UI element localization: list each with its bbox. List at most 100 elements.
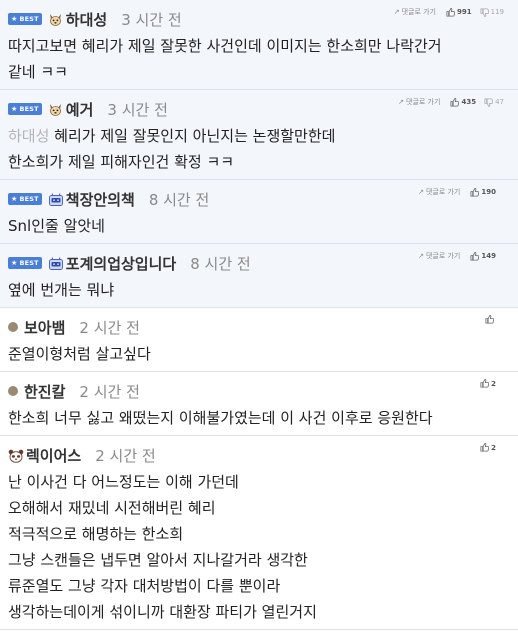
comment-line: 옆에 번개는 뭐냐 [8, 281, 115, 299]
avatar [8, 322, 18, 332]
comment-line: 적극적으로 해명하는 한소희 [8, 525, 184, 543]
upvote-button[interactable] [485, 315, 496, 324]
upvote-button[interactable]: 149 [470, 251, 496, 261]
comment-meta: ↗ 댓글로 가기 190 [418, 187, 504, 197]
author-nickname[interactable]: 책장안의책 [66, 189, 135, 210]
quoted-author[interactable]: 하대성 [8, 127, 54, 145]
author-nickname[interactable]: 예거 [66, 99, 94, 120]
star-icon: ★ [11, 259, 18, 267]
author-nickname[interactable]: 하대성 [66, 9, 107, 30]
best-badge: ★ BEST [8, 13, 42, 25]
comment-time: 2 시간 전 [79, 318, 140, 337]
downvote-count: 119 [490, 8, 504, 16]
comment-meta: ↗ 댓글로 가기 149 [418, 251, 504, 261]
comment-body: 옆에 번개는 뭐냐 [8, 274, 510, 307]
upvote-count: 2 [491, 379, 496, 388]
avatar [8, 386, 18, 396]
best-label: BEST [19, 105, 39, 113]
go-to-reply-link[interactable]: ↗ 댓글로 가기 [398, 97, 440, 107]
best-badge: ★ BEST [8, 257, 42, 269]
comment-time: 2 시간 전 [95, 446, 156, 465]
best-label: BEST [19, 259, 39, 267]
comment-line: 오해해서 재밌네 시전해버린 혜리 [8, 499, 216, 517]
author-nickname[interactable]: 보아뱀 [24, 317, 65, 338]
thumbs-down-icon [480, 7, 489, 17]
upvote-count: 190 [481, 188, 496, 196]
upvote-button[interactable]: 190 [470, 187, 496, 197]
comment-time: 8 시간 전 [190, 254, 251, 273]
robot-icon [48, 256, 63, 270]
comment-line: 한소희가 제일 피해자인건 확정 ㅋㅋ [8, 153, 235, 171]
upvote-count: 991 [457, 8, 472, 16]
downvote-button[interactable]: 119 [480, 7, 504, 17]
star-icon: ★ [11, 105, 18, 113]
upvote-button[interactable]: 991 [446, 7, 472, 17]
go-to-reply-link[interactable]: ↗ 댓글로 가기 [394, 7, 436, 17]
best-label: BEST [19, 195, 39, 203]
upvote-button[interactable]: 2 [480, 443, 496, 452]
thumbs-up-icon [446, 7, 455, 17]
comment-item: 한진칼 2 시간 전 2 한소희 너무 싫고 왜떴는지 이해불가였는데 이 사건… [0, 372, 518, 436]
comment-line: 류준열도 그냥 각자 대처방법이 다를 뿐이라 [8, 577, 281, 595]
comment-header: 보아뱀 2 시간 전 [8, 316, 510, 338]
star-icon: ★ [11, 15, 18, 23]
upvote-count: 2 [491, 443, 496, 452]
comment-line: Snl인줄 알앗네 [8, 217, 105, 235]
thumbs-up-icon [480, 443, 490, 452]
thumbs-up-icon [450, 97, 460, 107]
comment-time: 3 시간 전 [121, 10, 182, 29]
comment-body: 난 이사건 다 어느정도는 이해 가던데 오해해서 재밌네 시전해버린 혜리 적극적… [8, 466, 510, 629]
comment-body: 준열이형처럼 살고싶다 [8, 338, 510, 371]
author-nickname[interactable]: 렉이어스 [26, 445, 81, 466]
comment-body: Snl인줄 알앗네 [8, 210, 510, 243]
thumbs-up-icon [470, 251, 480, 261]
thumbs-down-icon [484, 97, 494, 107]
comment-header: 한진칼 2 시간 전 [8, 380, 510, 402]
comment-item: 보아뱀 2 시간 전 준열이형처럼 살고싶다 [0, 308, 518, 372]
comment-meta: ↗ 댓글로 가기 435 47 [398, 97, 504, 107]
reply-arrow-icon: ↗ [393, 8, 400, 16]
dog-icon [48, 12, 63, 26]
comment-meta [485, 315, 504, 324]
upvote-button[interactable]: 435 [450, 97, 477, 107]
thumbs-up-icon [485, 315, 494, 324]
best-badge: ★ BEST [8, 103, 42, 115]
robot-icon [48, 192, 63, 206]
comment-line: 한소희 너무 싫고 왜떴는지 이해불가였는데 이 사건 이후로 응원한다 [8, 409, 433, 427]
dog-icon [48, 102, 63, 116]
downvote-button[interactable]: 47 [484, 97, 504, 107]
go-to-reply-label: 댓글로 가기 [401, 8, 436, 16]
reply-arrow-icon: ↗ [418, 252, 424, 260]
author-nickname[interactable]: 포계의업상입니다 [66, 253, 176, 274]
upvote-count: 149 [481, 252, 496, 260]
comment-line: 따지고보면 혜리가 제일 잘못한 사건인데 이미지는 한소희만 나락간거 [8, 37, 442, 55]
thumbs-up-icon [470, 187, 480, 197]
upvote-button[interactable]: 2 [480, 379, 496, 388]
comment-item: 렉이어스 2 시간 전 2 난 이사건 다 어느정도는 이해 가던데 오해해서 재… [0, 436, 518, 630]
best-badge: ★ BEST [8, 193, 42, 205]
author-nickname[interactable]: 한진칼 [24, 381, 65, 402]
panda-icon [8, 448, 24, 463]
comment-item: ★ BEST 책장안의책 8 시간 전 ↗ 댓글로 가기 190 Snl인줄 알앗네 [0, 180, 518, 244]
comment-line: 같네 ㅋㅋ [8, 63, 68, 81]
comment-list: ★ BEST 하대성 3 시간 전 ↗ 댓글로 가기 991 119 따지고보면 혜… [0, 0, 518, 630]
comment-meta: 2 [480, 379, 504, 388]
go-to-reply-label: 댓글로 가기 [425, 252, 461, 260]
comment-item: ★ BEST 예거 3 시간 전 ↗ 댓글로 가기 435 47 하대성 혜리가 제… [0, 90, 518, 180]
go-to-reply-link[interactable]: ↗ 댓글로 가기 [418, 187, 460, 197]
comment-meta: ↗ 댓글로 가기 991 119 [394, 7, 504, 17]
comment-line: 준열이형처럼 살고싶다 [8, 345, 151, 363]
upvote-count: 435 [461, 98, 477, 106]
comment-line: 그냥 스캔들은 냅두면 알아서 지나갈거라 생각한 [8, 551, 308, 569]
go-to-reply-link[interactable]: ↗ 댓글로 가기 [418, 251, 460, 261]
go-to-reply-label: 댓글로 가기 [425, 188, 461, 196]
thumbs-up-icon [480, 379, 490, 388]
comment-header: 렉이어스 2 시간 전 [8, 444, 510, 466]
comment-line: 생각하는데이게 섞이니까 대환장 파티가 열린거지 [8, 603, 317, 621]
comment-line: 하대성 혜리가 제일 잘못인지 아닌지는 논쟁할만한데 [8, 127, 336, 145]
comment-body: 하대성 혜리가 제일 잘못인지 아닌지는 논쟁할만한데한소희가 제일 피해자인건… [8, 120, 510, 179]
comment-time: 2 시간 전 [79, 382, 140, 401]
comment-body: 한소희 너무 싫고 왜떴는지 이해불가였는데 이 사건 이후로 응원한다 [8, 402, 510, 435]
comment-time: 8 시간 전 [148, 190, 210, 209]
comment-time: 3 시간 전 [107, 100, 168, 119]
